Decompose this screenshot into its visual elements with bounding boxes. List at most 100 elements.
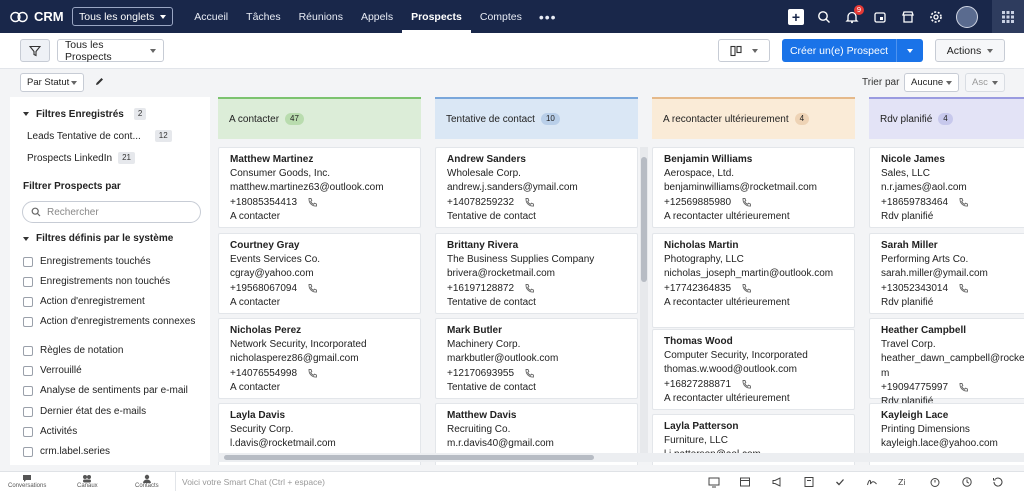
prospect-email[interactable]: thomas.w.wood@outlook.com — [664, 363, 843, 377]
tab-reunions[interactable]: Réunions — [290, 0, 352, 33]
system-filter-item[interactable]: Analyse de sentiments par e-mail — [23, 385, 203, 396]
phone-icon[interactable] — [307, 197, 318, 208]
column-header[interactable]: Tentative de contact 10 — [435, 97, 638, 139]
prospect-email[interactable]: markbutler@outlook.com — [447, 352, 626, 366]
prospect-card[interactable]: Sarah Miller Performing Arts Co. sarah.mil… — [869, 233, 1024, 314]
prospect-card[interactable]: Benjamin Williams Aerospace, Ltd. benjamin… — [652, 147, 855, 228]
layout-switcher-button[interactable] — [718, 39, 770, 62]
signature-button[interactable] — [856, 476, 888, 488]
prospect-email[interactable]: kayleigh.lace@yahoo.com — [881, 437, 1024, 451]
notifications-button[interactable]: 9 — [838, 0, 866, 33]
screen-share-button[interactable] — [698, 476, 730, 488]
system-filters-header[interactable]: Filtres définis par le système — [23, 233, 173, 244]
prospect-name[interactable]: Layla Davis — [230, 409, 409, 423]
announcements-button[interactable] — [761, 476, 793, 488]
prospect-name[interactable]: Sarah Miller — [881, 239, 1024, 253]
contacts-button[interactable]: Contacts — [135, 474, 159, 489]
system-filter-item[interactable]: Dernier état des e-mails — [23, 406, 203, 417]
view-selector-dropdown[interactable]: Tous les Prospects — [57, 39, 164, 63]
prospect-name[interactable]: Nicholas Perez — [230, 324, 409, 338]
column-header[interactable]: A recontacter ultérieurement 4 — [652, 97, 855, 139]
prospect-card[interactable]: Nicholas Martin Photography, LLC nicholas_… — [652, 233, 855, 328]
column-header[interactable]: Rdv planifié 4 — [869, 97, 1024, 139]
prospect-name[interactable]: Heather Campbell — [881, 324, 1024, 338]
prospect-name[interactable]: Andrew Sanders — [447, 153, 626, 167]
conversations-button[interactable]: Conversations — [8, 474, 46, 489]
prospect-card[interactable]: Nicholas Perez Network Security, Incorpor… — [218, 318, 421, 399]
user-avatar[interactable] — [956, 5, 978, 28]
phone-icon[interactable] — [741, 379, 752, 390]
prospect-name[interactable]: Kayleigh Lace — [881, 409, 1024, 423]
quick-create-button[interactable]: + — [782, 0, 810, 33]
phone-icon[interactable] — [958, 283, 969, 294]
tab-appels[interactable]: Appels — [352, 0, 402, 33]
prospect-card[interactable]: Thomas Wood Computer Security, Incorporat… — [652, 329, 855, 410]
saved-filter-item[interactable]: Prospects LinkedIn 21 — [27, 152, 135, 164]
prospect-phone[interactable]: +14076554998 — [230, 367, 297, 381]
sort-direction-dropdown[interactable]: Asc — [965, 73, 1005, 92]
system-filter-item[interactable]: Verrouillé — [23, 365, 203, 376]
create-options-dropdown[interactable] — [896, 39, 923, 62]
prospect-name[interactable]: Matthew Davis — [447, 409, 626, 423]
tab-accueil[interactable]: Accueil — [185, 0, 237, 33]
prospect-email[interactable]: brivera@rocketmail.com — [447, 267, 626, 281]
all-tabs-dropdown[interactable]: Tous les onglets — [72, 7, 174, 26]
column-header[interactable]: A contacter 47 — [218, 97, 421, 139]
more-tabs-icon[interactable]: ••• — [531, 0, 565, 33]
tab-comptes[interactable]: Comptes — [471, 0, 531, 33]
checkbox[interactable] — [23, 366, 33, 376]
phone-icon[interactable] — [307, 368, 318, 379]
prospect-phone[interactable]: +16827288871 — [664, 378, 731, 392]
prospect-email[interactable]: heather_dawn_campbell@rocketmail.com — [881, 352, 1024, 380]
checkbox[interactable] — [23, 386, 33, 396]
settings-button[interactable] — [922, 0, 950, 33]
dashboard-button[interactable] — [730, 476, 762, 488]
actions-button[interactable]: Actions — [935, 39, 1005, 62]
prospect-card[interactable]: Heather Campbell Travel Corp. heather_dawn… — [869, 318, 1024, 407]
prospect-email[interactable]: nicholas_joseph_martin@outlook.com — [664, 267, 843, 281]
filter-search-input[interactable]: Rechercher — [22, 201, 201, 223]
system-filter-item[interactable]: crm.label.series — [23, 446, 203, 457]
horizontal-scroll-thumb[interactable] — [224, 455, 594, 460]
prospect-name[interactable]: Nicholas Martin — [664, 239, 843, 253]
prospect-name[interactable]: Benjamin Williams — [664, 153, 843, 167]
recent-items-button[interactable] — [951, 476, 983, 488]
reminders-button[interactable] — [919, 476, 951, 488]
checkbox[interactable] — [23, 297, 33, 307]
create-prospect-button[interactable]: Créer un(e) Prospect — [782, 39, 923, 62]
marketplace-button[interactable] — [894, 0, 922, 33]
sort-field-dropdown[interactable]: Aucune — [904, 73, 959, 92]
app-switcher-button[interactable] — [992, 0, 1024, 33]
checkbox[interactable] — [23, 317, 33, 327]
ai-button[interactable]: Zi — [888, 476, 920, 488]
system-filter-item[interactable]: Règles de notation — [23, 345, 203, 356]
notes-button[interactable] — [793, 476, 825, 488]
prospect-email[interactable]: matthew.martinez63@outlook.com — [230, 181, 409, 195]
calendar-button[interactable] — [866, 0, 894, 33]
channels-button[interactable]: Canaux — [77, 474, 98, 489]
prospect-card[interactable]: Brittany Rivera The Business Supplies Com… — [435, 233, 638, 314]
prospect-phone[interactable]: +18659783464 — [881, 196, 948, 210]
prospect-card[interactable]: Nicole James Sales, LLC n.r.james@aol.com +… — [869, 147, 1024, 228]
system-filter-item[interactable]: Action d'enregistrements connexes — [23, 316, 203, 327]
prospect-name[interactable]: Mark Butler — [447, 324, 626, 338]
phone-icon[interactable] — [741, 283, 752, 294]
prospect-email[interactable]: nicholasperez86@gmail.com — [230, 352, 409, 366]
checkbox[interactable] — [23, 277, 33, 287]
system-filter-item[interactable]: Action d'enregistrement — [23, 296, 203, 307]
prospect-name[interactable]: Matthew Martinez — [230, 153, 409, 167]
prospect-email[interactable]: benjaminwilliams@rocketmail.com — [664, 181, 843, 195]
vertical-scroll-thumb[interactable] — [641, 157, 647, 282]
prospect-name[interactable]: Courtney Gray — [230, 239, 409, 253]
checkbox[interactable] — [23, 257, 33, 267]
prospect-card[interactable]: Courtney Gray Events Services Co. cgray@ya… — [218, 233, 421, 314]
checkbox[interactable] — [23, 427, 33, 437]
prospect-phone[interactable]: +17742364835 — [664, 282, 731, 296]
prospect-email[interactable]: andrew.j.sanders@ymail.com — [447, 181, 626, 195]
prospect-email[interactable]: l.davis@rocketmail.com — [230, 437, 409, 451]
smart-chat-input[interactable]: Voici votre Smart Chat (Ctrl + espace) — [175, 472, 325, 491]
phone-icon[interactable] — [307, 283, 318, 294]
checkbox[interactable] — [23, 447, 33, 457]
phone-icon[interactable] — [524, 368, 535, 379]
group-by-dropdown[interactable]: Par Statut — [20, 73, 84, 92]
